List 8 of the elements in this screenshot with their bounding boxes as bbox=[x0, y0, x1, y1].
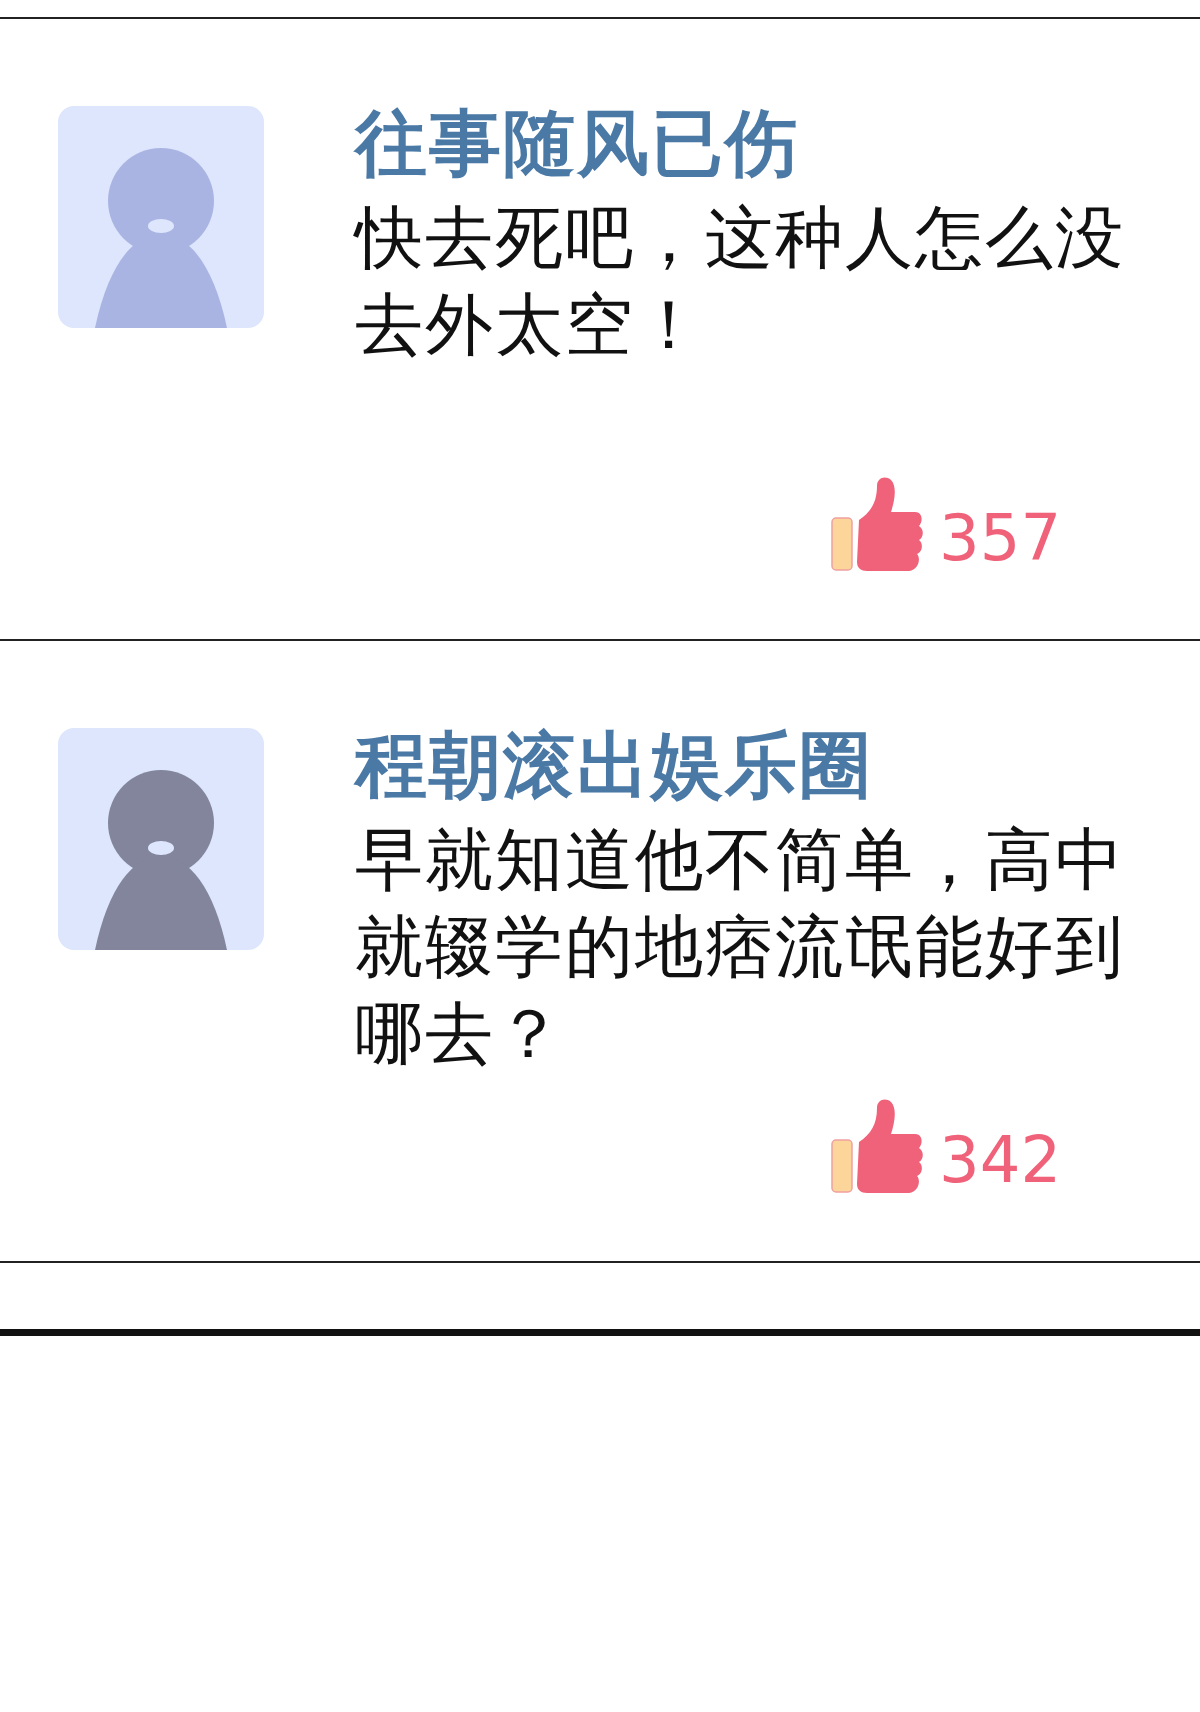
thumbs-up-icon[interactable] bbox=[831, 1098, 923, 1195]
like-count: 342 bbox=[939, 1125, 1062, 1195]
thumbs-up-icon[interactable] bbox=[831, 476, 923, 573]
comment-text: 早就知道他不简单，高中就辍学的地痞流氓能好到哪去？ bbox=[355, 819, 1126, 1075]
comment-text: 快去死吧，这种人怎么没去外太空！ bbox=[355, 197, 1126, 366]
like-count: 357 bbox=[939, 503, 1062, 573]
username[interactable]: 往事随风已伤 bbox=[355, 98, 1155, 188]
username[interactable]: 程朝滚出娱乐圈 bbox=[355, 720, 1155, 810]
